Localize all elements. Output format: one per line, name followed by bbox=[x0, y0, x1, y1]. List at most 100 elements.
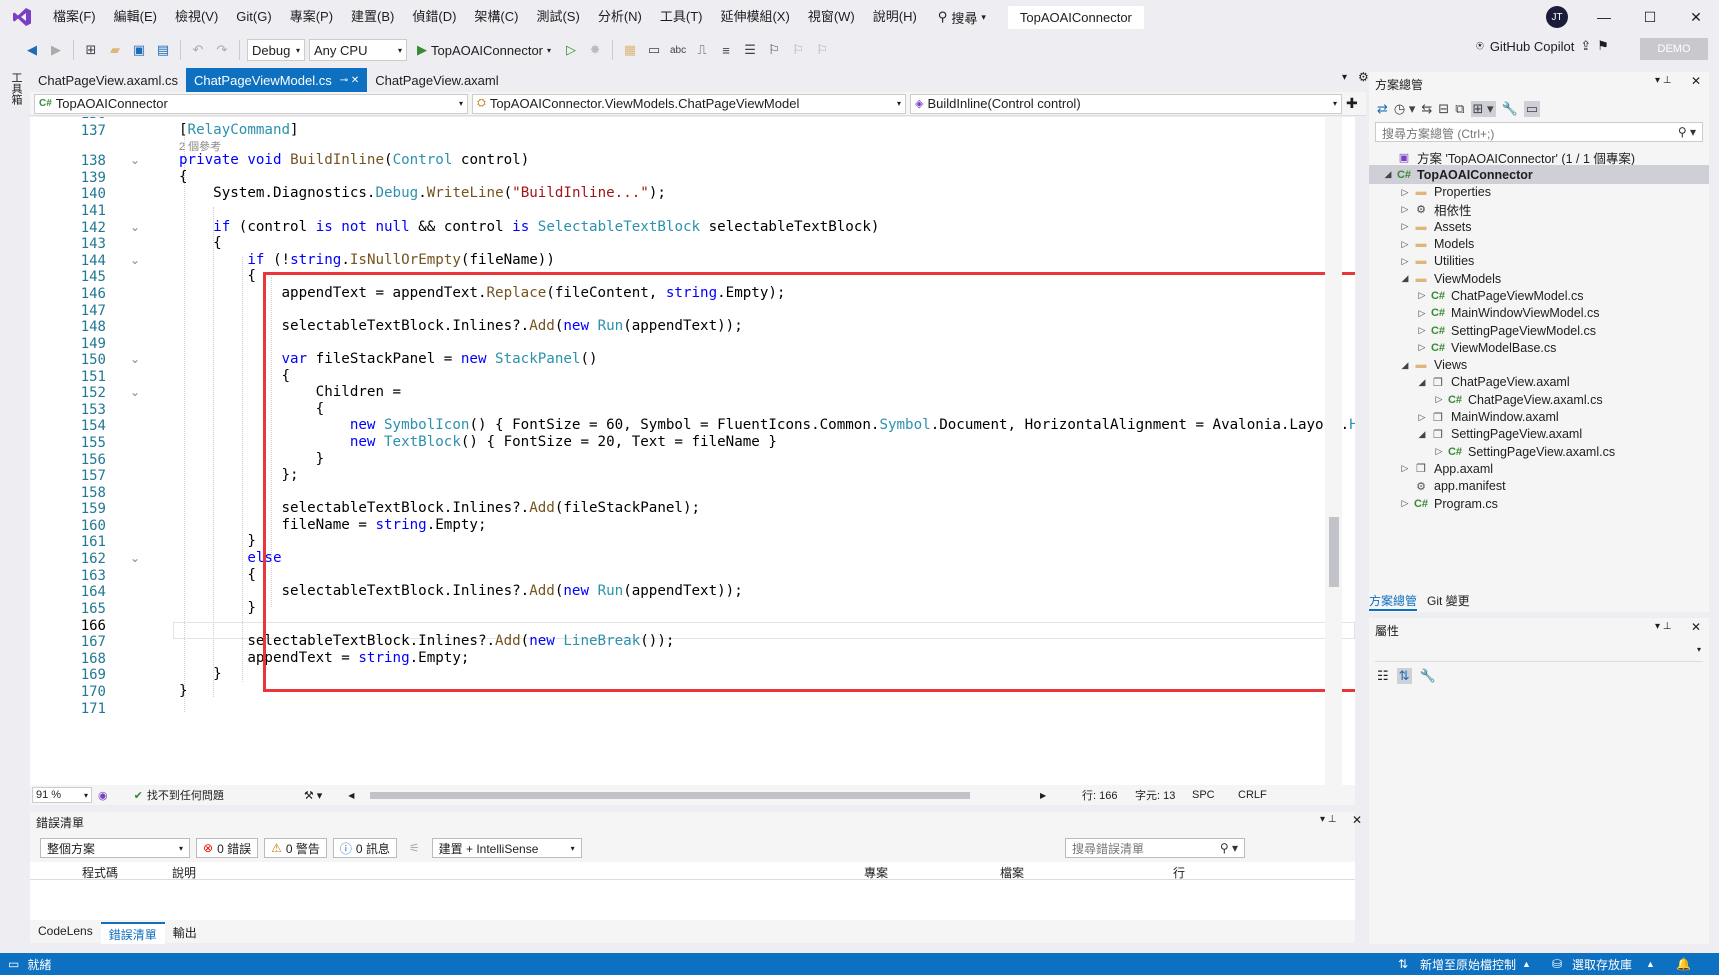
line-ending-indicator[interactable]: CRLF bbox=[1238, 789, 1267, 801]
zoom-select[interactable]: 91 % ▾ bbox=[32, 787, 92, 803]
copilot-status-icon[interactable]: ◉ bbox=[98, 789, 108, 802]
pending-changes-icon[interactable]: ⇆ bbox=[1421, 101, 1432, 117]
tree-item[interactable]: ▷ ▬ Models bbox=[1369, 235, 1709, 254]
fold-toggle-icon[interactable]: ⌄ bbox=[130, 353, 140, 365]
expanded-arrow-icon[interactable]: ◢ bbox=[1415, 429, 1429, 440]
menu-item[interactable]: 檔案(F) bbox=[44, 0, 105, 34]
menu-item[interactable]: 偵錯(D) bbox=[403, 0, 465, 34]
save-icon[interactable]: ▣ bbox=[129, 40, 149, 60]
bookmark-next-icon[interactable]: ⚐ bbox=[812, 40, 832, 60]
pin-close-icon[interactable]: ⊸ ✕ bbox=[340, 75, 360, 86]
menu-item[interactable]: 視窗(W) bbox=[799, 0, 864, 34]
menu-item[interactable]: 建置(B) bbox=[342, 0, 403, 34]
menu-item[interactable]: 檢視(V) bbox=[166, 0, 227, 34]
collapsed-arrow-icon[interactable]: ▷ bbox=[1398, 498, 1412, 509]
sync-icon[interactable]: ⇄ bbox=[1377, 101, 1388, 117]
code-editor[interactable]: 136137138⌄139140141142⌄143144⌄1451461471… bbox=[30, 117, 1355, 785]
solution-search-input[interactable]: 搜尋方案總管 (Ctrl+;) ⚲ ▾ bbox=[1375, 122, 1703, 142]
horizontal-scrollbar[interactable] bbox=[370, 790, 1150, 800]
tree-item[interactable]: ▷ C# ChatPageView.axaml.cs bbox=[1369, 390, 1709, 409]
panel-options-icon[interactable]: ▾ ⊥ bbox=[1655, 75, 1672, 86]
expanded-arrow-icon[interactable]: ◢ bbox=[1398, 273, 1412, 284]
messages-filter-button[interactable]: ⓘ 0 訊息 bbox=[332, 838, 397, 858]
tree-item[interactable]: ▷ C# ViewModelBase.cs bbox=[1369, 338, 1709, 357]
fold-toggle-icon[interactable]: ⌄ bbox=[130, 386, 140, 398]
bottom-tab[interactable]: 輸出 bbox=[165, 922, 205, 944]
open-folder-icon[interactable]: ▰ bbox=[105, 40, 125, 60]
show-all-files-icon[interactable]: ⧉ bbox=[1455, 101, 1464, 117]
tree-item[interactable]: ◢ ❐ SettingPageView.axaml bbox=[1369, 425, 1709, 444]
uncomment-icon[interactable]: ☰ bbox=[740, 40, 760, 60]
tree-item[interactable]: ◢ ❐ ChatPageView.axaml bbox=[1369, 373, 1709, 392]
tree-item[interactable]: ▷ C# ChatPageViewModel.cs bbox=[1369, 286, 1709, 305]
minimize-button[interactable]: — bbox=[1581, 0, 1627, 34]
toolbox-tab[interactable]: 工具箱 bbox=[10, 72, 24, 105]
categorized-icon[interactable]: ☷ bbox=[1377, 668, 1389, 684]
collapsed-arrow-icon[interactable]: ▷ bbox=[1398, 204, 1412, 215]
panel-options-icon[interactable]: ▾ ⊥ bbox=[1655, 621, 1672, 632]
collapsed-arrow-icon[interactable]: ▷ bbox=[1398, 187, 1412, 198]
column-line[interactable]: 行 bbox=[1173, 864, 1185, 881]
bottom-tab[interactable]: 錯誤清單 bbox=[100, 922, 165, 944]
redo-icon[interactable]: ↷ bbox=[212, 40, 232, 60]
warnings-filter-button[interactable]: ⚠ 0 警告 bbox=[264, 838, 327, 858]
close-icon[interactable]: ✕ bbox=[1691, 620, 1701, 634]
save-all-icon[interactable]: ▤ bbox=[153, 40, 173, 60]
expanded-arrow-icon[interactable]: ◢ bbox=[1398, 360, 1412, 371]
tree-item[interactable]: ▷ ▬ Assets bbox=[1369, 217, 1709, 236]
tree-item[interactable]: ◢ C# TopAOAIConnector bbox=[1369, 165, 1709, 185]
expanded-arrow-icon[interactable]: ◢ bbox=[1415, 377, 1429, 388]
close-window-button[interactable]: ✕ bbox=[1673, 0, 1719, 34]
menu-item[interactable]: Git(G) bbox=[227, 0, 280, 34]
forward-icon[interactable]: ▶ bbox=[46, 40, 66, 60]
bottom-tab[interactable]: CodeLens bbox=[30, 922, 101, 944]
column-description[interactable]: 說明 bbox=[172, 864, 196, 881]
menu-item[interactable]: 工具(T) bbox=[651, 0, 712, 34]
type-dropdown[interactable]: ⛭ TopAOAIConnector.ViewModels.ChatPageVie… bbox=[472, 93, 906, 114]
tree-item[interactable]: ▷ ❐ App.axaml bbox=[1369, 459, 1709, 478]
tab-overflow-icon[interactable]: ▾ bbox=[1342, 72, 1347, 83]
error-scope-select[interactable]: 整個方案 ▾ bbox=[40, 838, 190, 858]
vertical-scroll-thumb[interactable] bbox=[1329, 517, 1339, 587]
fold-toggle-icon[interactable]: ⌄ bbox=[130, 221, 140, 233]
switch-views-icon[interactable]: ⊞ ▾ bbox=[1470, 101, 1496, 117]
tree-item[interactable]: ▷ ▬ Utilities bbox=[1369, 252, 1709, 271]
collapsed-arrow-icon[interactable]: ▷ bbox=[1415, 325, 1429, 336]
column-file[interactable]: 檔案 bbox=[1000, 864, 1024, 881]
code-cleanup-icon[interactable]: ⚒ ▾ bbox=[304, 789, 322, 802]
property-pages-icon[interactable]: 🔧 bbox=[1420, 668, 1436, 684]
error-search-input[interactable]: 搜尋錯誤清單 ⚲ ▾ bbox=[1065, 838, 1245, 858]
whitespace-indicator[interactable]: SPC bbox=[1192, 789, 1215, 801]
undo-icon[interactable]: ↶ bbox=[188, 40, 208, 60]
scroll-left-icon[interactable]: ◀ bbox=[348, 791, 354, 800]
bookmark-icon[interactable]: ⚐ bbox=[764, 40, 784, 60]
column-project[interactable]: 專案 bbox=[864, 864, 888, 881]
collapsed-arrow-icon[interactable]: ▷ bbox=[1398, 221, 1412, 232]
tab-git-changes[interactable]: Git 變更 bbox=[1427, 592, 1470, 611]
platform-select[interactable]: Any CPU ▾ bbox=[309, 39, 407, 61]
document-tab[interactable]: ChatPageView.axaml.cs bbox=[30, 68, 186, 92]
collapsed-arrow-icon[interactable]: ▷ bbox=[1398, 256, 1412, 267]
collapsed-arrow-icon[interactable]: ▷ bbox=[1415, 342, 1429, 353]
menu-item[interactable]: 說明(H) bbox=[864, 0, 926, 34]
document-tab[interactable]: ChatPageViewModel.cs ⊸ ✕ bbox=[185, 68, 368, 92]
start-without-debug-icon[interactable]: ▷ bbox=[561, 40, 581, 60]
visual-studio-logo-icon[interactable] bbox=[0, 0, 44, 34]
menu-item[interactable]: 分析(N) bbox=[589, 0, 651, 34]
tab-solution-explorer[interactable]: 方案總管 bbox=[1369, 592, 1418, 611]
fold-toggle-icon[interactable]: ⌄ bbox=[130, 552, 140, 564]
comment-icon[interactable]: ≡ bbox=[716, 40, 736, 60]
collapsed-arrow-icon[interactable]: ▷ bbox=[1415, 290, 1429, 301]
tree-item[interactable]: ◢ ▬ Views bbox=[1369, 356, 1709, 375]
layout-icon[interactable]: ▭ bbox=[644, 40, 664, 60]
preview-selected-icon[interactable]: ▭ bbox=[1523, 101, 1541, 117]
search-menu[interactable]: ⚲ 搜尋 ▾ bbox=[926, 8, 998, 27]
tree-item[interactable]: ▷ C# SettingPageViewModel.cs bbox=[1369, 321, 1709, 340]
collapsed-arrow-icon[interactable]: ▷ bbox=[1415, 308, 1429, 319]
collapsed-arrow-icon[interactable]: ▷ bbox=[1398, 239, 1412, 250]
start-debug-button[interactable]: ▶ TopAOAIConnector ▾ bbox=[411, 42, 557, 58]
collapsed-arrow-icon[interactable]: ▷ bbox=[1432, 446, 1446, 457]
horizontal-scroll-thumb[interactable] bbox=[370, 792, 970, 799]
menu-item[interactable]: 延伸模組(X) bbox=[711, 0, 798, 34]
hot-reload-icon[interactable]: ✸ bbox=[585, 40, 605, 60]
